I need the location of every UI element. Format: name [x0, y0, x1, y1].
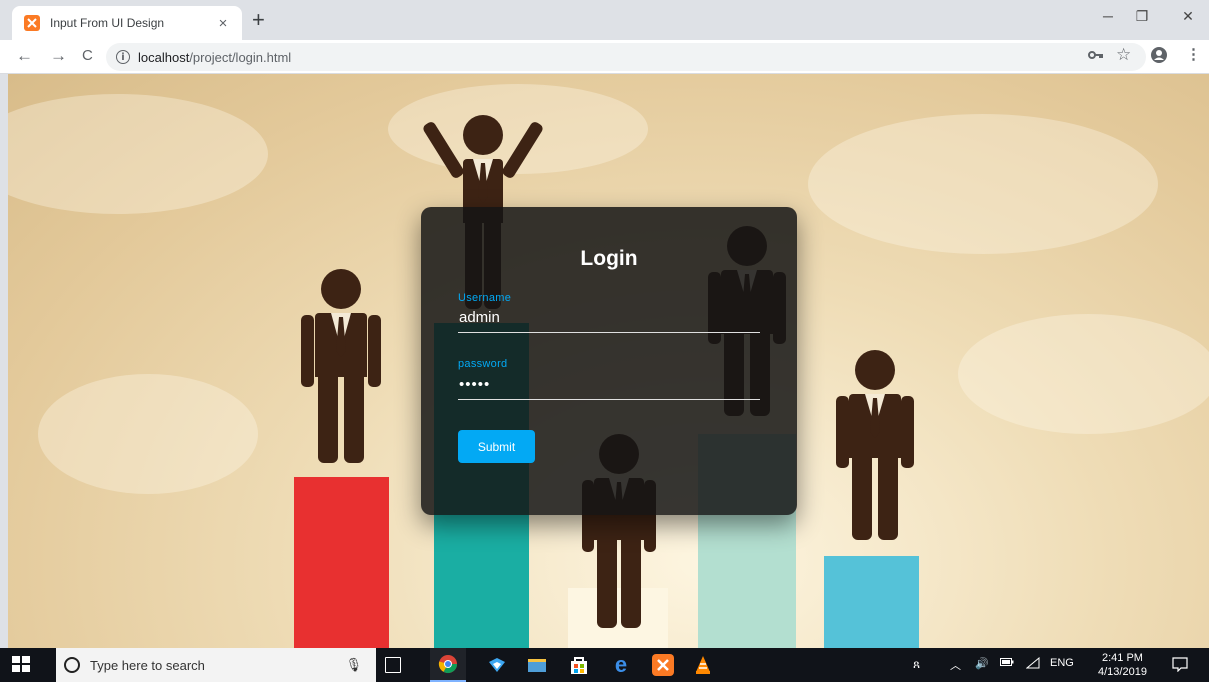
- background-stain: [808, 114, 1158, 254]
- browser-toolbar: ← → C i localhost /project/login.html ☆ …: [0, 40, 1209, 74]
- task-view-icon[interactable]: [385, 657, 401, 673]
- system-clock[interactable]: 2:41 PM 4/13/2019: [1098, 651, 1147, 679]
- submit-button[interactable]: Submit: [458, 430, 535, 463]
- tab-strip: Input From UI Design × + ─ ❐ ✕: [0, 0, 1209, 40]
- username-label: Username: [458, 292, 512, 304]
- xampp-favicon-icon: [24, 15, 40, 31]
- people-icon[interactable]: ጸ: [913, 657, 920, 672]
- url-path: /project/login.html: [189, 49, 292, 65]
- url-host: localhost: [138, 49, 190, 65]
- restore-button[interactable]: ❐: [1132, 8, 1152, 25]
- menu-icon[interactable]: ⋮: [1186, 45, 1201, 63]
- chrome-icon[interactable]: [430, 648, 466, 682]
- username-input[interactable]: [458, 307, 760, 333]
- file-explorer-icon[interactable]: [526, 654, 548, 676]
- login-form-card: Login Username password Submit: [421, 207, 797, 515]
- tab-close-icon[interactable]: ×: [214, 15, 232, 32]
- close-window-button[interactable]: ✕: [1178, 8, 1198, 25]
- background-stain: [38, 374, 258, 494]
- login-title: Login: [580, 247, 638, 270]
- cream-podium-bar: [568, 588, 668, 648]
- back-button[interactable]: ←: [16, 47, 33, 65]
- background-stain: [8, 94, 268, 214]
- background-stain: [958, 314, 1209, 434]
- windows-taskbar: Type here to search 🎙 e ጸ ︿ 🔊 ENG 2:41 P…: [0, 648, 1209, 682]
- vlc-icon[interactable]: [692, 654, 714, 676]
- volume-icon[interactable]: 🔊: [975, 657, 989, 670]
- star-icon[interactable]: ☆: [1116, 45, 1131, 65]
- profile-icon[interactable]: [1150, 46, 1168, 68]
- windows-start-icon[interactable]: [12, 656, 32, 674]
- red-podium-bar: [294, 477, 389, 648]
- blue-podium-bar: [824, 556, 919, 648]
- edge-icon[interactable]: e: [610, 652, 632, 677]
- password-label: password: [458, 358, 508, 370]
- key-icon[interactable]: [1088, 48, 1104, 65]
- vscode-icon[interactable]: [486, 654, 508, 676]
- address-bar[interactable]: i localhost /project/login.html: [106, 43, 1146, 71]
- search-placeholder: Type here to search: [90, 657, 205, 673]
- tab-title: Input From UI Design: [50, 16, 165, 30]
- new-tab-button[interactable]: +: [252, 9, 265, 31]
- site-info-icon[interactable]: i: [116, 50, 130, 64]
- clock-date: 4/13/2019: [1098, 666, 1147, 678]
- reload-button[interactable]: C: [82, 47, 93, 65]
- browser-tab[interactable]: Input From UI Design ×: [12, 6, 242, 40]
- clock-time: 2:41 PM: [1101, 652, 1143, 664]
- cortana-icon: [64, 657, 80, 673]
- wifi-icon[interactable]: [1025, 656, 1040, 672]
- forward-button[interactable]: →: [50, 47, 67, 65]
- xampp-icon[interactable]: [652, 654, 674, 676]
- notification-center-icon[interactable]: [1172, 656, 1188, 675]
- minimize-button[interactable]: ─: [1098, 8, 1118, 24]
- password-input[interactable]: [458, 374, 760, 400]
- microphone-icon[interactable]: 🎙: [345, 657, 362, 673]
- chevron-up-icon[interactable]: ︿: [950, 657, 961, 673]
- language-indicator[interactable]: ENG: [1050, 657, 1074, 669]
- taskbar-search-box[interactable]: Type here to search 🎙: [56, 648, 376, 682]
- store-icon[interactable]: [568, 654, 590, 676]
- battery-icon[interactable]: [1000, 657, 1014, 670]
